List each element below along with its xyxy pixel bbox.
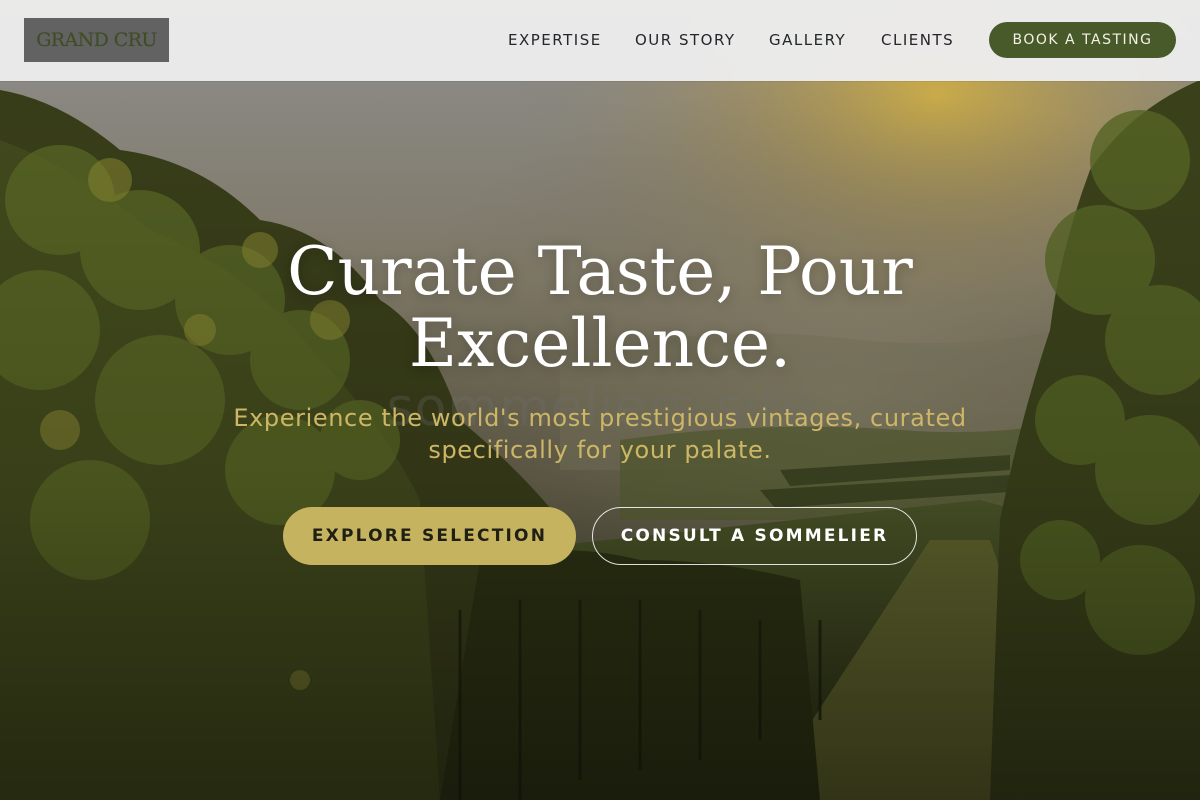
nav-link-gallery[interactable]: GALLERY: [769, 31, 846, 49]
top-navigation-bar: GRAND CRU EXPERTISE OUR STORY GALLERY CL…: [0, 0, 1200, 81]
brand-logo[interactable]: GRAND CRU: [24, 18, 169, 62]
nav-link-expertise[interactable]: EXPERTISE: [508, 31, 602, 49]
hero-subtitle-line-1: Experience the world's most prestigious …: [233, 404, 967, 432]
hero-title: Curate Taste, Pour Excellence.: [200, 236, 1000, 380]
hero-title-line-1: Curate Taste, Pour: [287, 233, 913, 310]
nav-link-clients[interactable]: CLIENTS: [881, 31, 954, 49]
hero-subtitle-line-2: specifically for your palate.: [428, 436, 772, 464]
consult-a-sommelier-button[interactable]: CONSULT A SOMMELIER: [592, 507, 917, 565]
hero-subtitle: Experience the world's most prestigious …: [210, 402, 990, 466]
explore-selection-button[interactable]: EXPLORE SELECTION: [283, 507, 576, 565]
hero-title-line-2: Excellence.: [408, 305, 792, 382]
nav-link-our-story[interactable]: OUR STORY: [635, 31, 736, 49]
book-a-tasting-button[interactable]: BOOK A TASTING: [989, 22, 1176, 58]
